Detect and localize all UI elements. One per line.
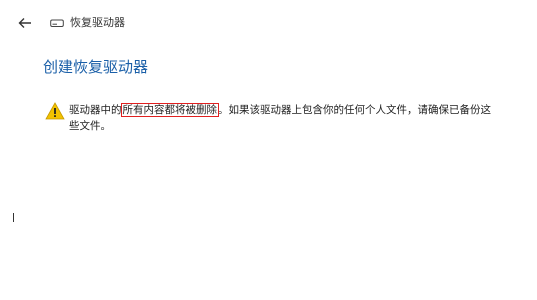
warning-text-before: 驱动器中的 <box>69 104 122 116</box>
warning-text: 驱动器中的所有内容都将被删除。如果该驱动器上包含你的任何个人文件，请确保已备份这… <box>69 102 499 134</box>
warning-message: 驱动器中的所有内容都将被删除。如果该驱动器上包含你的任何个人文件，请确保已备份这… <box>45 102 525 134</box>
text-cursor <box>13 213 14 222</box>
back-arrow-icon <box>18 18 31 28</box>
drive-icon <box>50 17 66 29</box>
page-title: 创建恢复驱动器 <box>43 58 149 76</box>
warning-highlight: 所有内容都将被删除 <box>120 103 219 117</box>
top-bar: 恢复驱动器 <box>16 14 125 32</box>
back-button[interactable] <box>16 14 34 32</box>
window-title: 恢复驱动器 <box>70 16 125 29</box>
warning-icon <box>45 102 65 120</box>
recovery-drive-page: 恢复驱动器 创建恢复驱动器 驱动器中的所有内容都将被删除。如果该驱动器上包含你的… <box>0 0 537 300</box>
